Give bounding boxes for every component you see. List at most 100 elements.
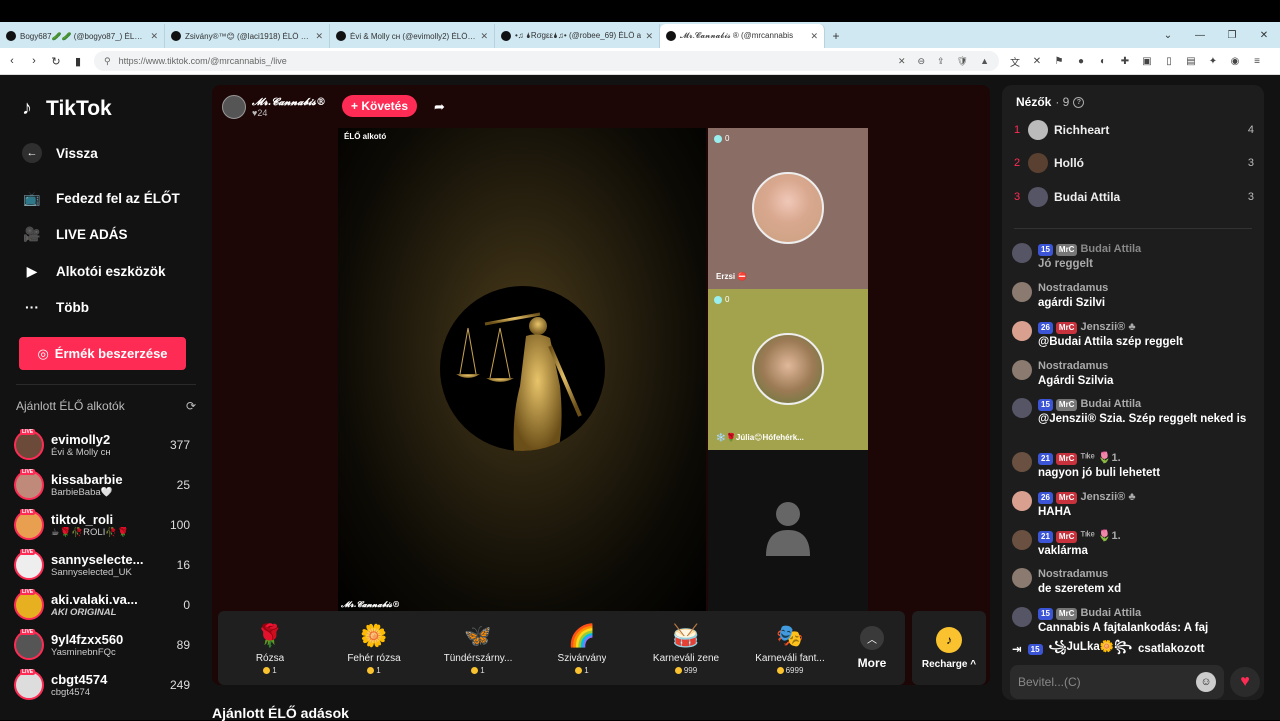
nav-creator-tools[interactable]: ▶ Alkotói eszközök <box>22 261 166 281</box>
browser-tab[interactable]: •♫ 🌢Rσgεε🌢♫• (@robee_69) ÉLŐ a ✕ <box>495 24 660 48</box>
help-icon[interactable]: ? <box>1073 96 1085 108</box>
share-icon[interactable]: ➦ <box>434 99 445 115</box>
chat-panel: Nézők · 9? 1 Richheart 4 2 Holló 3 3 Budai Att… <box>1002 85 1264 700</box>
emoji-icon[interactable]: ☺ <box>1196 672 1216 692</box>
chat-message[interactable]: 15 MrC Budai Attila @Jenszii® Szia. Szép re… <box>1012 398 1254 426</box>
avatar: LIVE <box>14 589 44 620</box>
avatar <box>1028 153 1048 173</box>
level-badge: 26 <box>1038 491 1053 504</box>
chat-message[interactable]: Nostradamus agárdi Szilvi <box>1012 282 1254 310</box>
hls-icon[interactable]: ⚑ <box>1053 55 1065 67</box>
recharge-button[interactable]: ♪ Recharge ^ <box>912 611 986 685</box>
viewer-count: 25 <box>176 478 190 492</box>
close-icon[interactable]: ✕ <box>810 31 818 42</box>
host-info[interactable]: 𝓜𝓻.𝓒𝓪𝓷𝓷𝓪𝓫𝓲𝓼® ♥24 <box>222 95 326 119</box>
creator-item[interactable]: LIVE cbgt4574 cbgt4574 249 <box>14 666 190 704</box>
back-button[interactable]: ← Vissza <box>22 143 98 163</box>
browser-tab[interactable]: Zsivány®™😊 (@laci1918) ÉLŐ adás ✕ <box>165 24 330 48</box>
menu-icon[interactable]: ≡ <box>1251 55 1263 67</box>
address-input[interactable]: ⚲ https://www.tiktok.com/@mrcannabis_/li… <box>94 51 999 71</box>
forward-arrow-icon[interactable]: › <box>24 51 44 71</box>
minimize-icon[interactable]: — <box>1184 22 1216 48</box>
chat-message[interactable]: 26 MrC Jenszii® ♣ @Budai Attila szép reggel… <box>1012 321 1254 349</box>
nav-explore-live[interactable]: 📺 Fedezd fel az ÉLŐT <box>22 188 180 208</box>
gift-item[interactable]: 🌹 Rózsa 1 <box>218 621 322 675</box>
leo-icon[interactable]: ✦ <box>1207 55 1219 67</box>
vpn-icon[interactable]: ◉ <box>1229 55 1241 67</box>
top-viewer-row[interactable]: 2 Holló 3 <box>1014 150 1254 176</box>
browser-tab-active[interactable]: 𝓜𝓻.𝓒𝓪𝓷𝓷𝓪𝓫𝓲𝓼 ® (@mrcannabis ✕ <box>660 24 825 48</box>
chat-message[interactable]: Nostradamus de szeretem xd <box>1012 568 1254 596</box>
guest-tile[interactable]: 0 ❄️🌹Júlia😊Hófehérk... <box>708 289 868 450</box>
more-gifts-button[interactable]: ︿ More <box>842 626 902 670</box>
nav-go-live[interactable]: 🎥 LIVE ADÁS <box>22 224 127 244</box>
gift-item[interactable]: 🌈 Szivárvány 1 <box>530 621 634 675</box>
joined-username: ꧁JuLka🌼꧂ <box>1048 641 1133 653</box>
chat-message[interactable]: 21 MrC ᵀᶦᵏᵉ 🌷1. vaklárma <box>1012 530 1254 558</box>
brave-shield-icon[interactable]: 🛡 <box>957 56 968 67</box>
empty-guest-slot[interactable] <box>708 450 868 611</box>
top-viewer-row[interactable]: 3 Budai Attila 3 <box>1014 184 1254 210</box>
viewer-score: 3 <box>1247 157 1254 169</box>
creator-item[interactable]: LIVE sannyselecte... Sannyselected_UK 16 <box>14 546 190 584</box>
refresh-icon[interactable]: ⟳ <box>186 399 196 413</box>
restore-icon[interactable]: ❐ <box>1216 22 1248 48</box>
avatar <box>1012 360 1032 380</box>
nav-more[interactable]: ··· Több <box>22 297 89 317</box>
chat-message[interactable]: 15 MrC Budai Attila Cannabis A fajtalankodá… <box>1012 607 1254 635</box>
chat-message[interactable]: Nostradamus Agárdi Szilvia <box>1012 360 1254 388</box>
site-settings-icon[interactable]: ⚲ <box>104 56 111 67</box>
extension-icon[interactable]: ▣ <box>1141 55 1153 67</box>
level-badge: 15 <box>1038 607 1053 620</box>
close-icon[interactable]: ✕ <box>645 31 653 42</box>
gift-price: 999 <box>674 666 697 675</box>
bookmark-icon[interactable]: ▮ <box>68 51 88 71</box>
creator-item[interactable]: LIVE evimolly2 Évi & Molly ᴄʜ 377 <box>14 426 190 464</box>
chat-username: Budai Attila <box>1080 607 1142 619</box>
close-window-icon[interactable]: ✕ <box>1248 22 1280 48</box>
close-icon[interactable]: ✕ <box>480 31 488 42</box>
gift-item[interactable]: 🥁 Karneváli zene 999 <box>634 621 738 675</box>
live-badge: LIVE <box>20 549 36 555</box>
new-tab-button[interactable]: + <box>825 24 847 48</box>
translate-icon[interactable]: 文 <box>1009 55 1021 69</box>
extension-icon[interactable]: ✕ <box>1031 55 1043 67</box>
creator-item[interactable]: LIVE kissabarbie BarbieBaba🤍 25 <box>14 466 190 504</box>
host-avatar[interactable] <box>222 95 246 119</box>
creator-item[interactable]: LIVE tiktok_roli ☕🌹🥀ROLI🥀🌹 100 <box>14 506 190 544</box>
creator-item[interactable]: LIVE 9yl4fzxx560 YasminebnFQc 89 <box>14 626 190 664</box>
back-arrow-icon[interactable]: ‹ <box>2 51 22 71</box>
sidebar-icon[interactable]: ▯ <box>1163 55 1175 67</box>
puzzle-icon[interactable]: ✚ <box>1119 55 1131 67</box>
zoom-icon[interactable]: ⊖ <box>918 56 926 67</box>
gift-price: 1 <box>575 666 589 675</box>
like-heart-button[interactable]: ♥ <box>1230 667 1260 697</box>
follow-button[interactable]: + Követés <box>342 95 418 117</box>
browser-tab[interactable]: Évi & Molly ᴄʜ (@evimolly2) ÉLŐ adá ✕ <box>330 24 495 48</box>
share-icon[interactable]: ⇪ <box>937 56 945 67</box>
chevron-down-icon[interactable]: ⌄ <box>1152 22 1184 48</box>
gift-item[interactable]: 🌼 Fehér rózsa 1 <box>322 621 426 675</box>
reload-icon[interactable]: ↻ <box>46 51 66 71</box>
browser-tab[interactable]: Bogy687🥒🥒 (@bogyo87_) ÉLŐ a ✕ <box>0 24 165 48</box>
top-viewer-row[interactable]: 1 Richheart 4 <box>1014 117 1254 143</box>
chat-input[interactable]: Bevitel...(C) ☺ <box>1010 665 1224 699</box>
creator-item[interactable]: LIVE aki.valaki.va... AKI ORIGINAL 0 <box>14 586 190 624</box>
rewards-triangle-icon[interactable]: ▲ <box>980 56 989 67</box>
creator-nickname: cbgt4574 <box>51 687 91 698</box>
close-icon[interactable]: ✕ <box>150 31 158 42</box>
extension-icon[interactable]: ◐ <box>1097 55 1109 67</box>
mute-icon[interactable]: ✕ <box>898 56 906 67</box>
guest-tile[interactable]: 0 Erzsi ⛔ <box>708 128 868 289</box>
chat-message[interactable]: 26 MrC Jenszii® ♣ HAHA <box>1012 491 1254 519</box>
tiktok-logo[interactable]: ♪ TikTok <box>22 97 112 121</box>
chat-message[interactable]: 21 MrC ᵀᶦᵏᵉ 🌷1. nagyon jó buli lehetett <box>1012 452 1254 480</box>
extension-icon[interactable]: ● <box>1075 55 1087 67</box>
get-coins-button[interactable]: ◎ Érmék beszerzése <box>19 337 186 370</box>
main-video[interactable]: ÉLŐ alkotó 𝓜𝓻.𝓒� <box>338 128 706 613</box>
wallet-icon[interactable]: ▤ <box>1185 55 1197 67</box>
gift-item[interactable]: 🦋 Tündérszárny... 1 <box>426 621 530 675</box>
chat-message[interactable]: 15 MrC Budai Attila Jó reggelt <box>1012 243 1254 271</box>
close-icon[interactable]: ✕ <box>315 31 323 42</box>
gift-item[interactable]: 🎭 Karneváli fant... 6999 <box>738 621 842 675</box>
